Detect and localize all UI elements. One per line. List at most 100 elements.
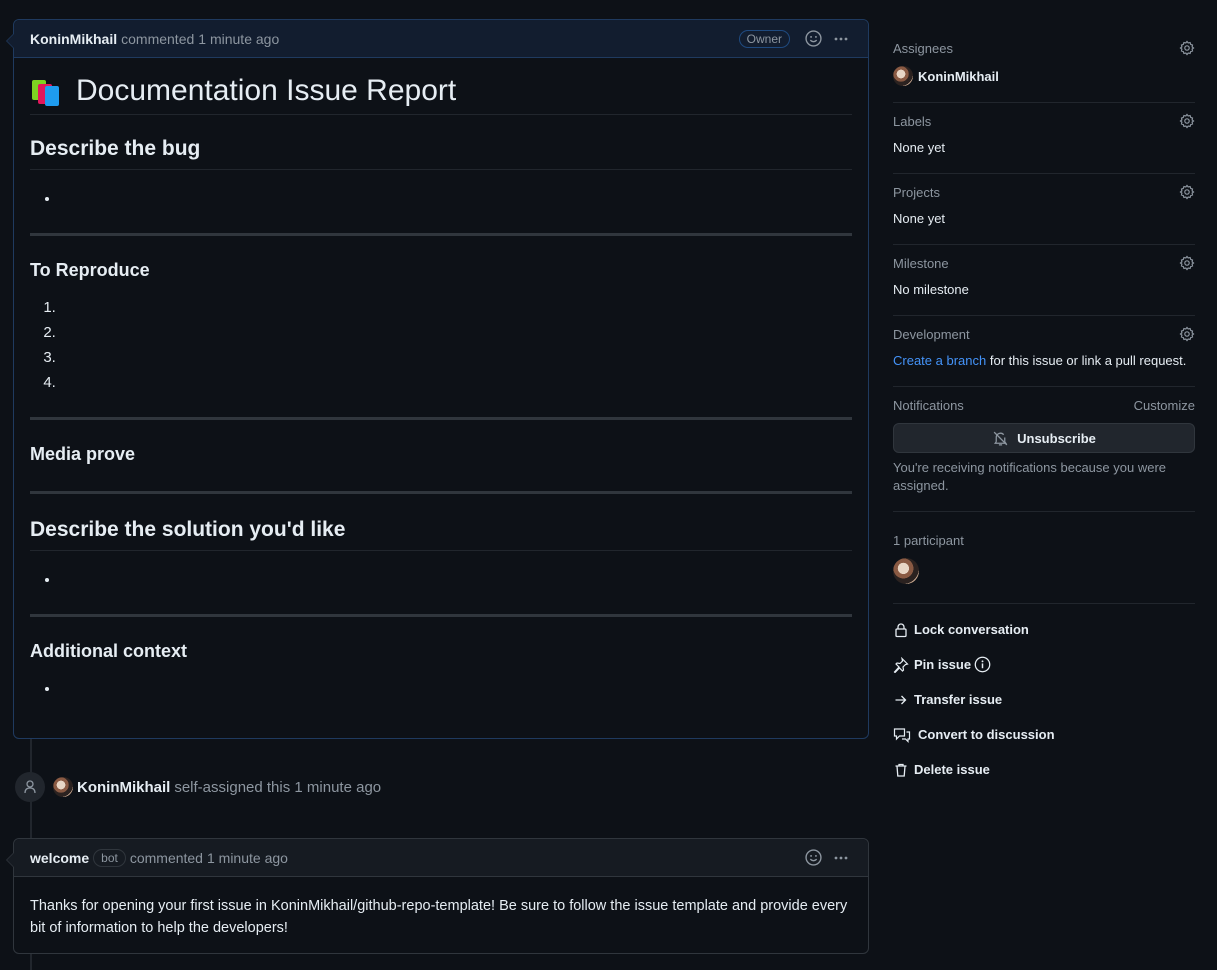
pin-icon bbox=[893, 656, 909, 673]
bot-badge: bot bbox=[93, 848, 126, 867]
lock-conversation-button[interactable]: Lock conversation bbox=[893, 612, 1195, 647]
bell-slash-icon bbox=[993, 431, 1008, 446]
divider bbox=[30, 491, 852, 494]
comment-time[interactable]: 1 minute ago bbox=[198, 31, 279, 47]
bot-comment: welcome bot commented 1 minute ago Thank… bbox=[6, 838, 869, 954]
add-reaction-button[interactable] bbox=[802, 847, 824, 869]
customize-link[interactable]: Customize bbox=[1134, 398, 1195, 413]
delete-label: Delete issue bbox=[914, 762, 990, 777]
assignee-name[interactable]: KoninMikhail bbox=[918, 69, 999, 84]
comment-header: KoninMikhail commented 1 minute ago Owne… bbox=[14, 20, 868, 58]
sidebar-projects: Projects None yet bbox=[893, 174, 1195, 245]
convert-to-discussion-button[interactable]: Convert to discussion bbox=[893, 717, 1195, 752]
comment-author[interactable]: KoninMikhail bbox=[30, 31, 117, 47]
list-item bbox=[60, 370, 852, 395]
avatar[interactable] bbox=[53, 777, 73, 797]
list-item bbox=[60, 676, 852, 701]
comment-caret bbox=[6, 33, 14, 49]
more-options-button[interactable] bbox=[830, 28, 852, 50]
smiley-icon bbox=[804, 30, 822, 47]
solution-list bbox=[60, 567, 852, 592]
heading-describe-solution: Describe the solution you'd like bbox=[30, 518, 852, 551]
sidebar-labels: Labels None yet bbox=[893, 103, 1195, 174]
comment-caret bbox=[6, 852, 14, 868]
sidebar-milestone: Milestone No milestone bbox=[893, 245, 1195, 316]
labels-value: None yet bbox=[893, 140, 946, 155]
books-icon bbox=[30, 76, 64, 106]
gear-icon[interactable] bbox=[1179, 113, 1195, 129]
notifications-label: Notifications bbox=[893, 397, 964, 413]
unsubscribe-label: Unsubscribe bbox=[1017, 430, 1096, 446]
sidebar-assignees: Assignees KoninMikhail bbox=[893, 30, 1195, 103]
lock-label: Lock conversation bbox=[914, 622, 1029, 637]
comment-body: Documentation Issue Report Describe the … bbox=[14, 58, 868, 713]
assignee-item[interactable]: KoninMikhail bbox=[893, 66, 1195, 86]
transfer-issue-button[interactable]: Transfer issue bbox=[893, 682, 1195, 717]
comment-discussion-icon bbox=[893, 727, 911, 743]
heading-media-prove: Media prove bbox=[30, 444, 136, 464]
issue-title-text: Documentation Issue Report bbox=[76, 74, 457, 107]
assignees-label: Assignees bbox=[893, 40, 953, 56]
milestone-value: No milestone bbox=[893, 282, 969, 297]
owner-badge: Owner bbox=[738, 29, 790, 48]
heading-to-reproduce: To Reproduce bbox=[30, 260, 150, 280]
list-item bbox=[60, 567, 852, 592]
divider bbox=[30, 417, 852, 420]
issue-comment: KoninMikhail commented 1 minute ago Owne… bbox=[6, 19, 869, 739]
context-list bbox=[60, 676, 852, 701]
bot-comment-body: Thanks for opening your first issue in K… bbox=[30, 898, 848, 936]
gear-icon[interactable] bbox=[1179, 40, 1195, 56]
lock-icon bbox=[895, 622, 907, 637]
create-branch-link[interactable]: Create a branch bbox=[893, 353, 986, 368]
gear-icon[interactable] bbox=[1179, 326, 1195, 342]
development-value: Create a branch for this issue or link a… bbox=[893, 352, 1195, 370]
participant-avatar[interactable] bbox=[893, 558, 919, 584]
comment-action: commented bbox=[129, 849, 203, 866]
development-text: for this issue or link a pull request. bbox=[986, 353, 1187, 368]
reproduce-steps-list bbox=[60, 295, 852, 395]
more-options-button[interactable] bbox=[830, 847, 852, 869]
unsubscribe-button[interactable]: Unsubscribe bbox=[893, 423, 1195, 453]
participants-label: 1 participant bbox=[893, 532, 964, 548]
kebab-horizontal-icon bbox=[834, 856, 848, 859]
bug-list bbox=[60, 186, 852, 211]
projects-value: None yet bbox=[893, 211, 946, 226]
sidebar-participants: 1 participant bbox=[893, 512, 1195, 604]
person-icon bbox=[15, 772, 45, 802]
projects-label: Projects bbox=[893, 184, 940, 200]
info-icon[interactable] bbox=[974, 656, 991, 673]
divider bbox=[30, 233, 852, 236]
comment-action: commented bbox=[121, 30, 195, 47]
event-author[interactable]: KoninMikhail bbox=[77, 779, 170, 796]
delete-issue-button[interactable]: Delete issue bbox=[893, 752, 1195, 787]
divider bbox=[30, 614, 852, 617]
development-label: Development bbox=[893, 326, 970, 342]
comment-header: welcome bot commented 1 minute ago bbox=[14, 839, 868, 877]
comment-time[interactable]: 1 minute ago bbox=[207, 850, 288, 866]
labels-label: Labels bbox=[893, 113, 932, 129]
pin-label: Pin issue bbox=[914, 657, 972, 672]
gear-icon[interactable] bbox=[1179, 255, 1195, 271]
arrow-right-icon bbox=[895, 695, 907, 704]
issue-title: Documentation Issue Report bbox=[30, 74, 852, 115]
list-item bbox=[60, 320, 852, 345]
issue-sidebar: Assignees KoninMikhail Labels None yet P… bbox=[893, 30, 1195, 787]
comment-author[interactable]: welcome bbox=[30, 850, 89, 866]
sidebar-development: Development Create a branch for this iss… bbox=[893, 316, 1195, 387]
list-item bbox=[60, 186, 852, 211]
notification-note: You're receiving notifications because y… bbox=[893, 460, 1166, 493]
list-item bbox=[60, 295, 852, 320]
avatar bbox=[893, 66, 913, 86]
list-item bbox=[60, 345, 852, 370]
convert-label: Convert to discussion bbox=[918, 727, 1055, 742]
heading-describe-bug: Describe the bug bbox=[30, 137, 852, 170]
milestone-label: Milestone bbox=[893, 255, 949, 271]
add-reaction-button[interactable] bbox=[802, 28, 824, 50]
gear-icon[interactable] bbox=[1179, 184, 1195, 200]
smiley-icon bbox=[804, 849, 822, 866]
trash-icon bbox=[895, 763, 907, 777]
event-text: self-assigned this 1 minute ago bbox=[174, 778, 382, 796]
pin-issue-button[interactable]: Pin issue bbox=[893, 647, 1195, 682]
transfer-label: Transfer issue bbox=[914, 692, 1003, 707]
issue-actions: Lock conversation Pin issue Transfer iss… bbox=[893, 604, 1195, 787]
